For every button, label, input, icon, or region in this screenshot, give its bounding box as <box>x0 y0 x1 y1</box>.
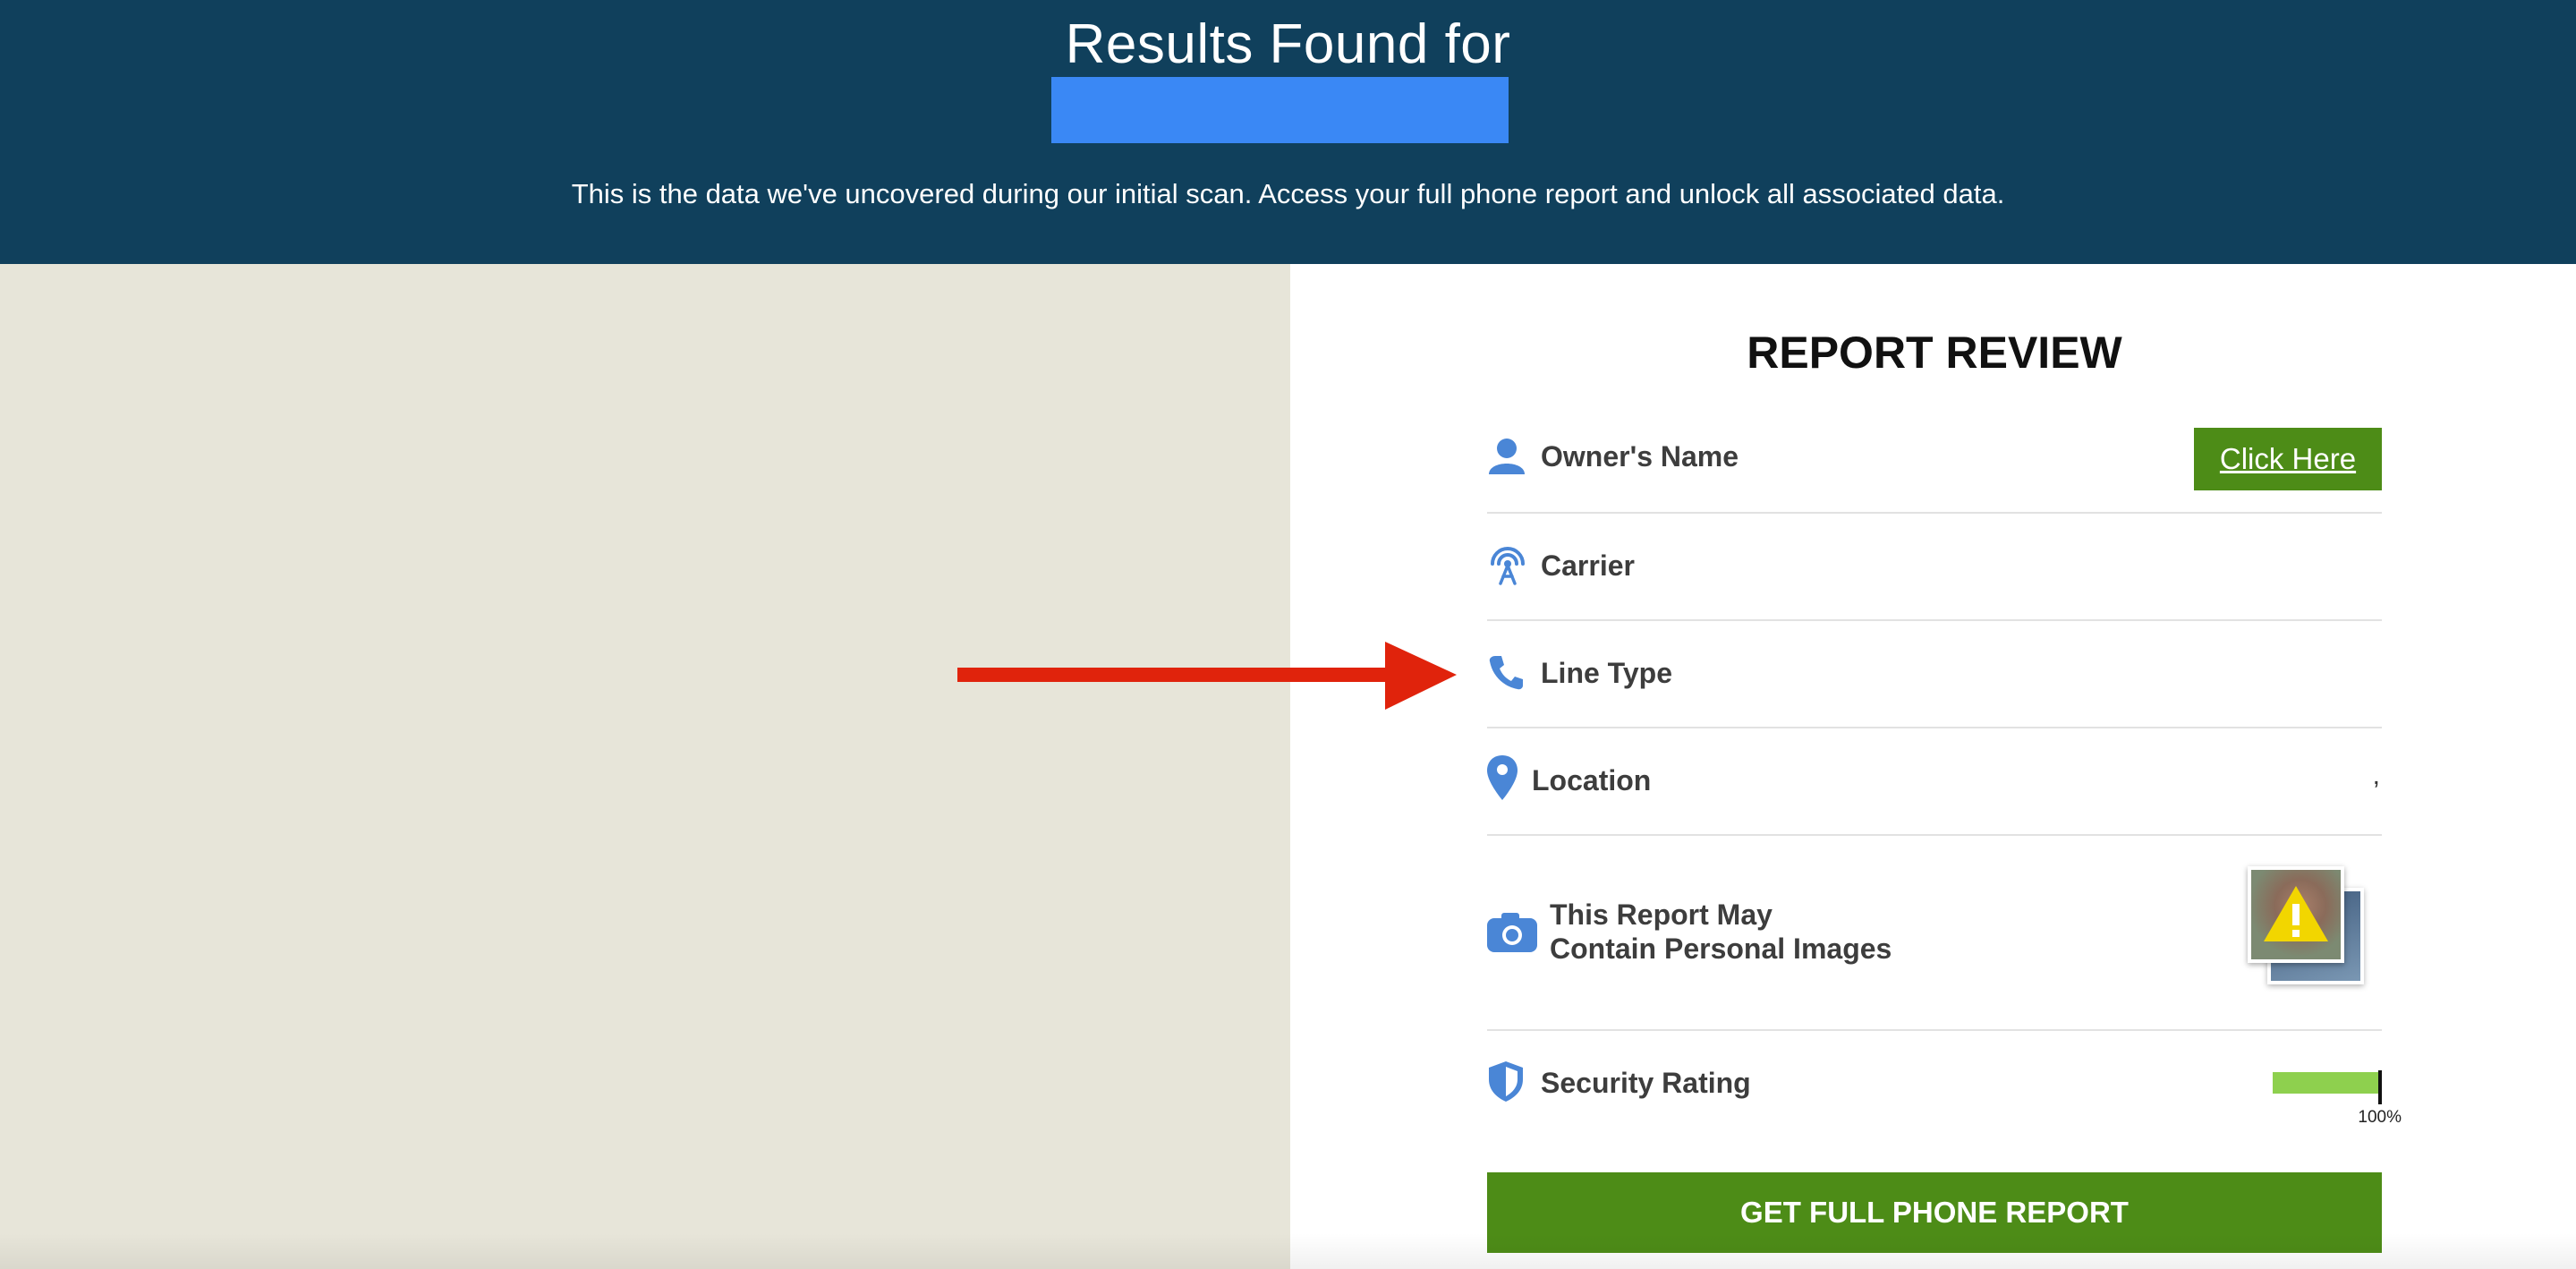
security-rating-percent: 100% <box>2358 1108 2402 1127</box>
antenna-icon <box>1491 547 1525 585</box>
location-label: Location <box>1532 764 1652 796</box>
location-value: , <box>2372 761 2380 790</box>
camera-icon <box>1487 913 1537 952</box>
get-full-report-button[interactable]: GET FULL PHONE REPORT <box>1487 1172 2382 1253</box>
location-pin-icon <box>1487 755 1518 800</box>
left-panel <box>0 264 1290 1269</box>
click-here-button[interactable]: Click Here <box>2194 428 2382 490</box>
warning-icon <box>2264 886 2328 941</box>
person-icon <box>1489 439 1525 474</box>
row-personal-images: This Report May Contain Personal Images <box>1487 834 2382 1031</box>
carrier-label: Carrier <box>1541 549 1635 582</box>
owners-name-label: Owner's Name <box>1541 440 1739 473</box>
row-line-type: Line Type <box>1487 619 2382 728</box>
results-header: Results Found for This is the data we've… <box>0 0 2576 264</box>
row-owners-name: Owner's Name Click Here <box>1487 403 2382 514</box>
phone-icon <box>1489 656 1523 690</box>
security-rating-label: Security Rating <box>1541 1067 1751 1099</box>
photo-front <box>2248 866 2344 963</box>
personal-images-label-line1: This Report May <box>1550 899 1773 931</box>
results-title: Results Found for <box>1065 13 1511 75</box>
redacted-phone-number <box>1051 77 1509 143</box>
security-rating-marker <box>2378 1070 2382 1104</box>
shield-icon <box>1489 1061 1523 1102</box>
row-security-rating: Security Rating 100% <box>1487 1029 2402 1144</box>
personal-images-label-line2: Contain Personal Images <box>1550 933 1892 965</box>
red-arrow <box>957 642 1457 710</box>
row-carrier: Carrier <box>1487 512 2382 621</box>
security-rating-bar <box>2273 1072 2378 1094</box>
results-subtitle: This is the data we've uncovered during … <box>571 178 2005 209</box>
report-review-title: REPORT REVIEW <box>1747 328 2122 378</box>
personal-images-thumbnail <box>2248 866 2364 992</box>
row-location: Location , <box>1487 727 2382 836</box>
line-type-label: Line Type <box>1541 657 1672 689</box>
